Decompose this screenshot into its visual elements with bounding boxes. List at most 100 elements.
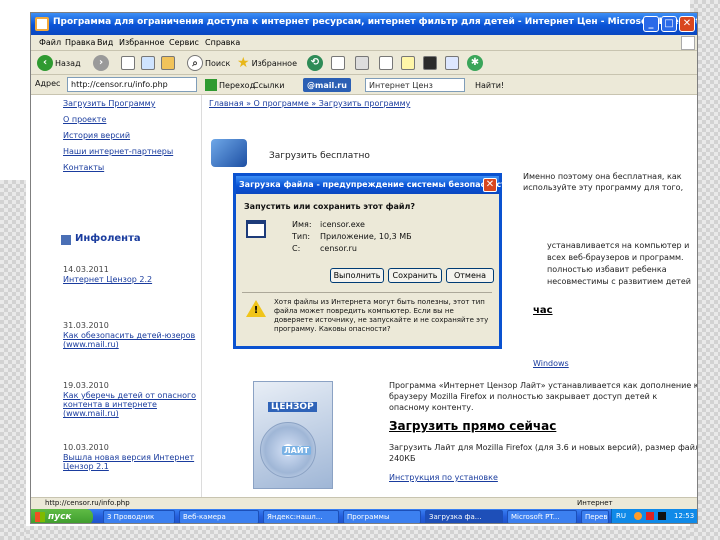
download-disk-icon: [211, 139, 247, 167]
warning-exclamation: !: [253, 305, 259, 316]
window-titlebar: Программа для ограничения доступа к инте…: [31, 13, 698, 35]
dialog-titlebar: Загрузка файла - предупреждение системы …: [236, 176, 511, 194]
mail-button[interactable]: [331, 55, 345, 71]
edit-button[interactable]: [379, 55, 393, 71]
messenger-button[interactable]: [401, 55, 415, 71]
sidebar-item-partners[interactable]: Наши интернет-партнеры: [63, 147, 173, 156]
windows-version-link[interactable]: Windows: [533, 359, 569, 368]
tray-icon[interactable]: [634, 512, 642, 520]
links-button[interactable]: Ссылки: [253, 78, 284, 92]
install-instructions-link[interactable]: Инструкция по установке: [389, 473, 498, 482]
start-button[interactable]: пуск: [31, 509, 93, 523]
stop-button[interactable]: [121, 55, 135, 71]
info-feed-icon: [61, 235, 71, 245]
product-name: ЦЕНЗОР: [268, 402, 317, 412]
stop-icon: [121, 56, 135, 70]
kaspersky-button[interactable]: [423, 55, 437, 71]
save-button[interactable]: Сохранить: [388, 268, 442, 283]
description-line: полностью избавит ребенка: [547, 265, 667, 274]
browser-screenshot: Программа для ограничения доступа к инте…: [30, 12, 698, 524]
run-button[interactable]: Выполнить: [330, 268, 384, 283]
language-indicator[interactable]: RU: [616, 512, 626, 520]
info-feed-heading: Инфолента: [75, 233, 141, 244]
tray-icon[interactable]: [658, 512, 666, 520]
taskbar-item[interactable]: Перевод...: [581, 510, 609, 523]
taskbar-item[interactable]: Яндекс:нашл...: [263, 510, 339, 523]
menu-edit[interactable]: Правка: [65, 38, 95, 47]
dialog-close-button[interactable]: ✕: [483, 178, 497, 192]
status-bar: http://censor.ru/info.php Интернет: [31, 497, 697, 509]
news-link[interactable]: Как уберечь детей от опасного контента в…: [63, 391, 199, 418]
back-button[interactable]: ‹ Назад: [37, 55, 81, 71]
tool-button[interactable]: [445, 55, 459, 71]
taskbar-item[interactable]: Веб-камера: [179, 510, 259, 523]
go-button[interactable]: Переход: [205, 78, 255, 92]
menu-help[interactable]: Справка: [205, 38, 240, 47]
sidebar-item-download[interactable]: Загрузить Программу: [63, 99, 155, 108]
description-line: всех веб-браузеров и программ.: [547, 253, 684, 262]
favorites-label: Избранное: [251, 58, 297, 68]
search-button[interactable]: ⌕ Поиск: [187, 55, 230, 71]
addon-icon: ✱: [467, 55, 483, 71]
back-arrow-icon: ‹: [37, 55, 53, 71]
lite-description: браузеру Mozilla Firefox и полностью зак…: [389, 392, 658, 401]
description-line: Именно поэтому она бесплатная, как: [523, 172, 682, 181]
refresh-icon: [141, 56, 155, 70]
close-button[interactable]: ✕: [679, 16, 695, 32]
tray-icon[interactable]: [646, 512, 654, 520]
sidebar-divider: [201, 95, 202, 497]
menu-file[interactable]: Файл: [39, 38, 61, 47]
download-link-fragment[interactable]: час: [533, 305, 553, 316]
home-button[interactable]: [161, 55, 175, 71]
note-icon: [401, 56, 415, 70]
go-arrow-icon: [205, 79, 217, 91]
version-info: Загрузить Лайт для Mozilla Firefox (для …: [389, 443, 698, 452]
menu-favorites[interactable]: Избранное: [119, 38, 164, 47]
file-source-label: С:: [292, 244, 301, 253]
back-label: Назад: [55, 58, 81, 68]
forward-button[interactable]: ›: [93, 55, 109, 71]
news-link[interactable]: Интернет Цензор 2.2: [63, 275, 152, 284]
news-link[interactable]: Вышла новая версия Интернет Цензор 2.1: [63, 453, 199, 471]
taskbar-item[interactable]: 3 Проводник: [103, 510, 175, 523]
start-label: пуск: [48, 512, 72, 522]
news-date: 31.03.2010: [63, 321, 109, 330]
news-date: 19.03.2010: [63, 381, 109, 390]
taskbar-item[interactable]: Загрузка фа...: [425, 510, 503, 523]
maximize-button[interactable]: □: [661, 16, 677, 32]
taskbar-item[interactable]: Microsoft PT...: [507, 510, 577, 523]
mail-ru-button[interactable]: @mail.ru: [303, 78, 351, 92]
lite-description: Программа «Интернет Цензор Лайт» устанав…: [389, 381, 698, 390]
cancel-button[interactable]: Отмена: [446, 268, 494, 283]
taskbar-item[interactable]: Программы: [343, 510, 421, 523]
application-file-icon: [246, 220, 266, 238]
menu-view[interactable]: Вид: [97, 38, 113, 47]
sidebar-item-about[interactable]: О проекте: [63, 115, 106, 124]
address-input[interactable]: http://censor.ru/info.php: [67, 77, 197, 92]
home-icon: [161, 56, 175, 70]
download-free-label[interactable]: Загрузить бесплатно: [269, 151, 370, 161]
file-download-dialog: Загрузка файла - предупреждение системы …: [233, 173, 511, 349]
refresh-button[interactable]: [141, 55, 155, 71]
minimize-button[interactable]: _: [643, 16, 659, 32]
download-now-link[interactable]: Загрузить прямо сейчас: [389, 419, 556, 433]
sidebar-item-history[interactable]: История версий: [63, 131, 130, 140]
news-date: 14.03.2011: [63, 265, 109, 274]
favorites-button[interactable]: ★ Избранное: [237, 55, 297, 71]
history-button[interactable]: ⟲: [307, 55, 323, 71]
sidebar-item-contacts[interactable]: Контакты: [63, 163, 104, 172]
status-zone: Интернет: [577, 499, 613, 507]
mail-search-input[interactable]: Интернет Ценз: [365, 78, 465, 92]
dialog-question: Запустить или сохранить этот файл?: [244, 202, 416, 211]
addon-button[interactable]: ✱: [467, 55, 483, 71]
menu-bar: Файл Правка Вид Избранное Сервис Справка: [31, 35, 697, 51]
breadcrumb[interactable]: Главная » О программе » Загрузить програ…: [209, 99, 410, 108]
window-title: Программа для ограничения доступа к инте…: [53, 17, 698, 27]
menu-tools[interactable]: Сервис: [169, 38, 199, 47]
tool-icon: [445, 56, 459, 70]
find-button[interactable]: Найти!: [475, 78, 504, 92]
print-button[interactable]: [355, 55, 369, 71]
description-line: используйте эту программу для того,: [523, 183, 684, 192]
news-link[interactable]: Как обезопасить детей-юзеров (www.mail.r…: [63, 331, 199, 349]
dialog-separator: [242, 292, 492, 293]
